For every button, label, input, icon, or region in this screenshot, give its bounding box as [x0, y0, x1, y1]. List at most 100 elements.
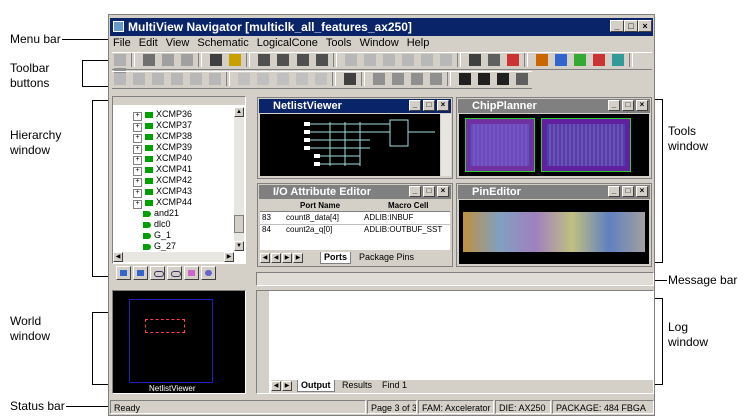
align-b-icon[interactable]	[391, 73, 404, 85]
tree-item[interactable]: + XCMP41	[133, 164, 192, 176]
tab-prev-icon[interactable]: ◀	[271, 253, 281, 263]
zoom-fit-icon[interactable]	[315, 54, 328, 66]
align-d-icon[interactable]	[429, 73, 442, 85]
tab-next-icon[interactable]: ▶	[282, 253, 292, 263]
log-output-area[interactable]	[271, 291, 653, 379]
hierarchy-window[interactable]: + XCMP36 + XCMP37 + XCMP38 + XCMP39 + XCMP40 …	[112, 96, 246, 264]
scroll-thumb[interactable]	[234, 215, 244, 233]
menu-logicalcone[interactable]: LogicalCone	[257, 37, 318, 49]
maximize-icon[interactable]: □	[622, 100, 634, 111]
clocks-tab-icon[interactable]	[201, 266, 216, 280]
tool-c-icon[interactable]	[382, 54, 395, 66]
redo-icon[interactable]	[181, 54, 194, 66]
tree-item[interactable]: + XCMP44	[133, 197, 192, 209]
tab-ports[interactable]: Ports	[320, 252, 352, 264]
undo-icon[interactable]	[162, 54, 175, 66]
scroll-left-icon[interactable]: ◀	[113, 252, 123, 262]
table-row[interactable]: 83 count8_data[4] ADLIB:INBUF	[260, 213, 450, 223]
tool-f-icon[interactable]	[439, 54, 452, 66]
tree-item[interactable]: + XCMP37	[133, 120, 192, 132]
align-a-icon[interactable]	[372, 73, 385, 85]
help-icon[interactable]	[229, 54, 242, 66]
minimize-icon[interactable]: _	[608, 100, 620, 111]
pin-editor-canvas[interactable]	[459, 200, 649, 264]
blocks-tab-icon[interactable]	[184, 266, 199, 280]
gear-icon[interactable]	[536, 54, 549, 66]
first-page-icon[interactable]	[459, 73, 471, 85]
zoom-in-icon[interactable]	[277, 54, 290, 66]
pin-icon[interactable]	[593, 54, 606, 66]
chip-planner-titlebar[interactable]: ChipPlanner _ □ ×	[458, 99, 650, 113]
tree-item[interactable]: G_27	[143, 241, 176, 251]
new-icon[interactable]	[114, 54, 126, 66]
menu-help[interactable]: Help	[407, 37, 430, 49]
netlist-viewer-window[interactable]: NetlistViewer _ □ ×	[257, 97, 453, 179]
tab-package-pins[interactable]: Package Pins	[356, 252, 417, 263]
maximize-icon[interactable]: □	[624, 20, 638, 32]
maximize-icon[interactable]: □	[622, 186, 634, 197]
tool-b-icon[interactable]	[363, 54, 376, 66]
netlist-icon[interactable]	[555, 54, 568, 66]
close-icon[interactable]: ×	[437, 100, 449, 111]
color-icon[interactable]	[507, 54, 520, 66]
tab-output[interactable]: Output	[297, 380, 335, 392]
next-page-icon[interactable]	[497, 73, 510, 85]
log-tab-next-icon[interactable]: ▶	[282, 381, 292, 391]
print-icon[interactable]	[143, 54, 156, 66]
pin-editor-window[interactable]: PinEditor _ □ ×	[456, 183, 652, 267]
log-tab-prev-icon[interactable]: ◀	[271, 381, 281, 391]
ports-tab-icon[interactable]	[150, 266, 165, 280]
tool-a-icon[interactable]	[344, 54, 357, 66]
hierarchy-tab-icon[interactable]	[116, 266, 131, 280]
column-macro-cell[interactable]: Macro Cell	[388, 201, 428, 210]
select-arrow-icon[interactable]	[343, 73, 356, 85]
io-editor-titlebar[interactable]: I/O Attribute Editor _ □ ×	[259, 185, 451, 199]
nav-k-icon[interactable]	[314, 73, 327, 85]
minimize-icon[interactable]: _	[409, 100, 421, 111]
menu-window[interactable]: Window	[360, 37, 399, 49]
nets-tab-icon[interactable]	[167, 266, 182, 280]
hierarchy-hscroll[interactable]: ◀ ▶	[113, 252, 234, 262]
tree-item[interactable]: and21	[143, 208, 179, 218]
menu-file[interactable]: File	[113, 37, 131, 49]
nav-e-icon[interactable]	[190, 73, 203, 85]
menu-tools[interactable]: Tools	[326, 37, 352, 49]
chip-icon[interactable]	[574, 54, 587, 66]
close-icon[interactable]: ×	[636, 100, 648, 111]
hierarchy-tree[interactable]: + XCMP36 + XCMP37 + XCMP38 + XCMP39 + XCMP40 …	[113, 107, 233, 251]
nav-h-icon[interactable]	[257, 73, 270, 85]
tree-item[interactable]: + XCMP40	[133, 153, 192, 165]
close-icon[interactable]: ×	[437, 186, 449, 197]
tree-item[interactable]: + XCMP43	[133, 186, 192, 198]
nav-b-icon[interactable]	[133, 73, 146, 85]
world-window[interactable]: NetlistViewer	[112, 290, 246, 394]
nav-g-icon[interactable]	[238, 73, 251, 85]
close-icon[interactable]: ×	[636, 186, 648, 197]
tree-item[interactable]: + XCMP38	[133, 131, 192, 143]
tool-e-icon[interactable]	[420, 54, 433, 66]
nav-a-icon[interactable]	[114, 73, 126, 85]
nav-d-icon[interactable]	[171, 73, 184, 85]
chip-planner-window[interactable]: ChipPlanner _ □ ×	[456, 97, 652, 179]
scroll-up-icon[interactable]: ▲	[234, 107, 244, 117]
maximize-icon[interactable]: □	[423, 100, 435, 111]
title-bar[interactable]: MultiView Navigator [multiclk_all_featur…	[110, 18, 653, 36]
io-attribute-grid[interactable]: Port Name Macro Cell 83 count8_data[4] A…	[260, 200, 450, 250]
tree-item[interactable]: + XCMP36	[133, 109, 192, 121]
prev-page-icon[interactable]	[478, 73, 491, 85]
column-port-name[interactable]: Port Name	[300, 201, 340, 210]
attribute-icon[interactable]	[612, 54, 625, 66]
tree-item[interactable]: G_1	[143, 230, 171, 240]
tree-item[interactable]: + XCMP42	[133, 175, 192, 187]
pin-editor-titlebar[interactable]: PinEditor _ □ ×	[458, 185, 650, 199]
minimize-icon[interactable]: _	[610, 20, 624, 32]
nav-i-icon[interactable]	[276, 73, 289, 85]
menu-edit[interactable]: Edit	[139, 37, 158, 49]
tree-item[interactable]: + XCMP39	[133, 142, 192, 154]
find-icon[interactable]	[210, 54, 223, 66]
nav-c-icon[interactable]	[152, 73, 165, 85]
align-c-icon[interactable]	[410, 73, 423, 85]
minimize-icon[interactable]: _	[409, 186, 421, 197]
menu-view[interactable]: View	[166, 37, 190, 49]
zoom-out-icon[interactable]	[296, 54, 309, 66]
